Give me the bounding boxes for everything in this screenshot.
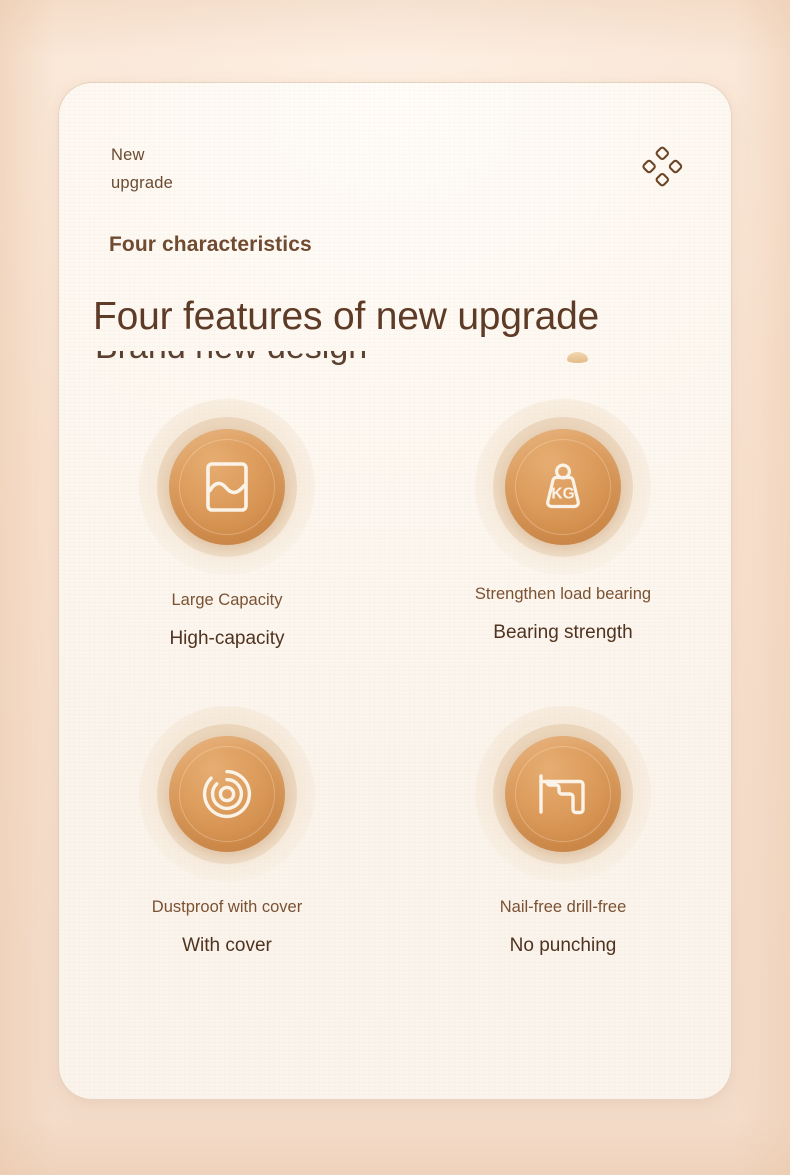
feature-label-bottom: With cover bbox=[182, 935, 272, 956]
page-title: Four features of new upgrade bbox=[93, 295, 600, 338]
eyebrow-line-2: upgrade bbox=[111, 174, 173, 192]
feature-medallion: KG bbox=[475, 399, 651, 575]
feature-label-bottom: No punching bbox=[509, 935, 617, 956]
feature-label-top: Nail-free drill-free bbox=[499, 898, 627, 916]
feature-medallion bbox=[139, 706, 315, 882]
tan-blob-dot-icon bbox=[567, 352, 588, 363]
page-subtitle: Four characteristics bbox=[109, 233, 312, 256]
eyebrow-text: New upgrade bbox=[111, 141, 271, 197]
svg-text:KG: KG bbox=[551, 486, 574, 503]
feature-label-top: Large Capacity bbox=[171, 591, 283, 609]
drill-icon bbox=[534, 769, 592, 819]
icon-disc bbox=[169, 429, 285, 545]
icon-disc: KG bbox=[505, 429, 621, 545]
kg-weight-icon: KG bbox=[536, 459, 590, 515]
feature-grid: Large Capacity High-capacity KG Strength… bbox=[59, 399, 731, 957]
four-diamond-ornament-icon bbox=[639, 145, 685, 191]
concentric-circles-cover-icon bbox=[199, 766, 255, 822]
feature-card: New upgrade Four characteristics Four fe… bbox=[58, 82, 732, 1100]
feature-label-top: Dustproof with cover bbox=[151, 898, 303, 916]
icon-disc bbox=[169, 736, 285, 852]
feature-item-bearing-strength[interactable]: KG Strengthen load bearing Bearing stren… bbox=[395, 399, 731, 650]
page-background: New upgrade Four characteristics Four fe… bbox=[0, 0, 790, 1175]
container-capacity-icon bbox=[202, 459, 252, 515]
feature-item-no-punching[interactable]: Nail-free drill-free No punching bbox=[395, 706, 731, 957]
eyebrow-line-1: New bbox=[111, 146, 145, 164]
feature-item-large-capacity[interactable]: Large Capacity High-capacity bbox=[59, 399, 395, 650]
clipped-text-line: Brand new design bbox=[95, 351, 525, 366]
feature-label-top: Strengthen load bearing bbox=[474, 585, 652, 603]
feature-item-with-cover[interactable]: Dustproof with cover With cover bbox=[59, 706, 395, 957]
feature-medallion bbox=[475, 706, 651, 882]
feature-medallion bbox=[139, 399, 315, 575]
icon-disc bbox=[505, 736, 621, 852]
feature-label-bottom: High-capacity bbox=[169, 628, 285, 649]
feature-label-bottom: Bearing strength bbox=[493, 622, 633, 643]
